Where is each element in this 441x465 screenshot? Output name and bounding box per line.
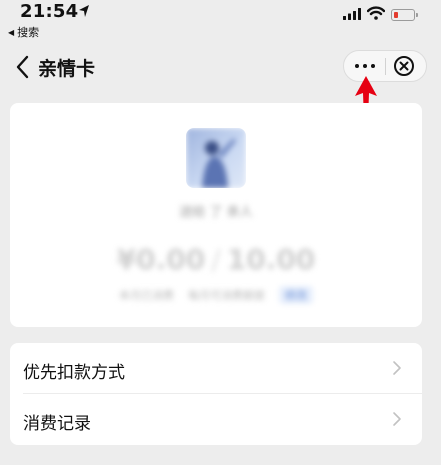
back-chevron-icon[interactable] xyxy=(14,55,32,79)
avatar-image xyxy=(186,128,246,188)
menu-item-label: 消费记录 xyxy=(23,414,91,434)
total-limit: 10.00 xyxy=(226,243,316,276)
limit-amount: ¥0.00/10.00 xyxy=(116,243,316,276)
battery-icon xyxy=(391,9,418,21)
menu-item-label: 优先扣款方式 xyxy=(23,363,125,383)
back-triangle-icon: ◀ xyxy=(8,27,15,37)
info-right-text: 每月可消费额度 xyxy=(188,289,265,302)
status-bar: 21:54 ◀ 搜索 xyxy=(0,0,441,40)
wifi-icon xyxy=(367,6,385,20)
settings-menu: 优先扣款方式 消费记录 xyxy=(10,343,422,445)
family-card-panel: 送给 了 亲人 ¥0.00/10.00 本月已消费 每月可消费额度 修改 xyxy=(10,103,422,327)
info-left-text: 本月已消费 xyxy=(119,289,174,302)
back-to-app-link[interactable]: ◀ 搜索 xyxy=(8,24,39,40)
chevron-right-icon xyxy=(393,412,401,426)
cellular-signal-icon xyxy=(343,8,361,20)
location-arrow-icon xyxy=(79,5,89,17)
back-to-app-label: 搜索 xyxy=(17,26,40,39)
used-amount: ¥0.00 xyxy=(116,243,206,276)
card-holder-name: 送给 了 亲人 xyxy=(179,205,253,220)
capsule-divider xyxy=(385,58,386,75)
status-time: 21:54 xyxy=(20,1,79,22)
chevron-right-icon xyxy=(393,361,401,375)
menu-item-spending-records[interactable]: 消费记录 xyxy=(10,394,422,445)
more-dots-icon xyxy=(354,64,359,68)
limit-info-row: 本月已消费 每月可消费额度 修改 xyxy=(10,286,422,304)
battery-level xyxy=(393,11,398,18)
close-circle-icon[interactable] xyxy=(393,55,415,77)
menu-item-payment-priority[interactable]: 优先扣款方式 xyxy=(10,343,422,394)
avatar xyxy=(186,128,246,188)
modify-limit-link[interactable]: 修改 xyxy=(279,286,313,304)
page-title: 亲情卡 xyxy=(38,58,96,80)
